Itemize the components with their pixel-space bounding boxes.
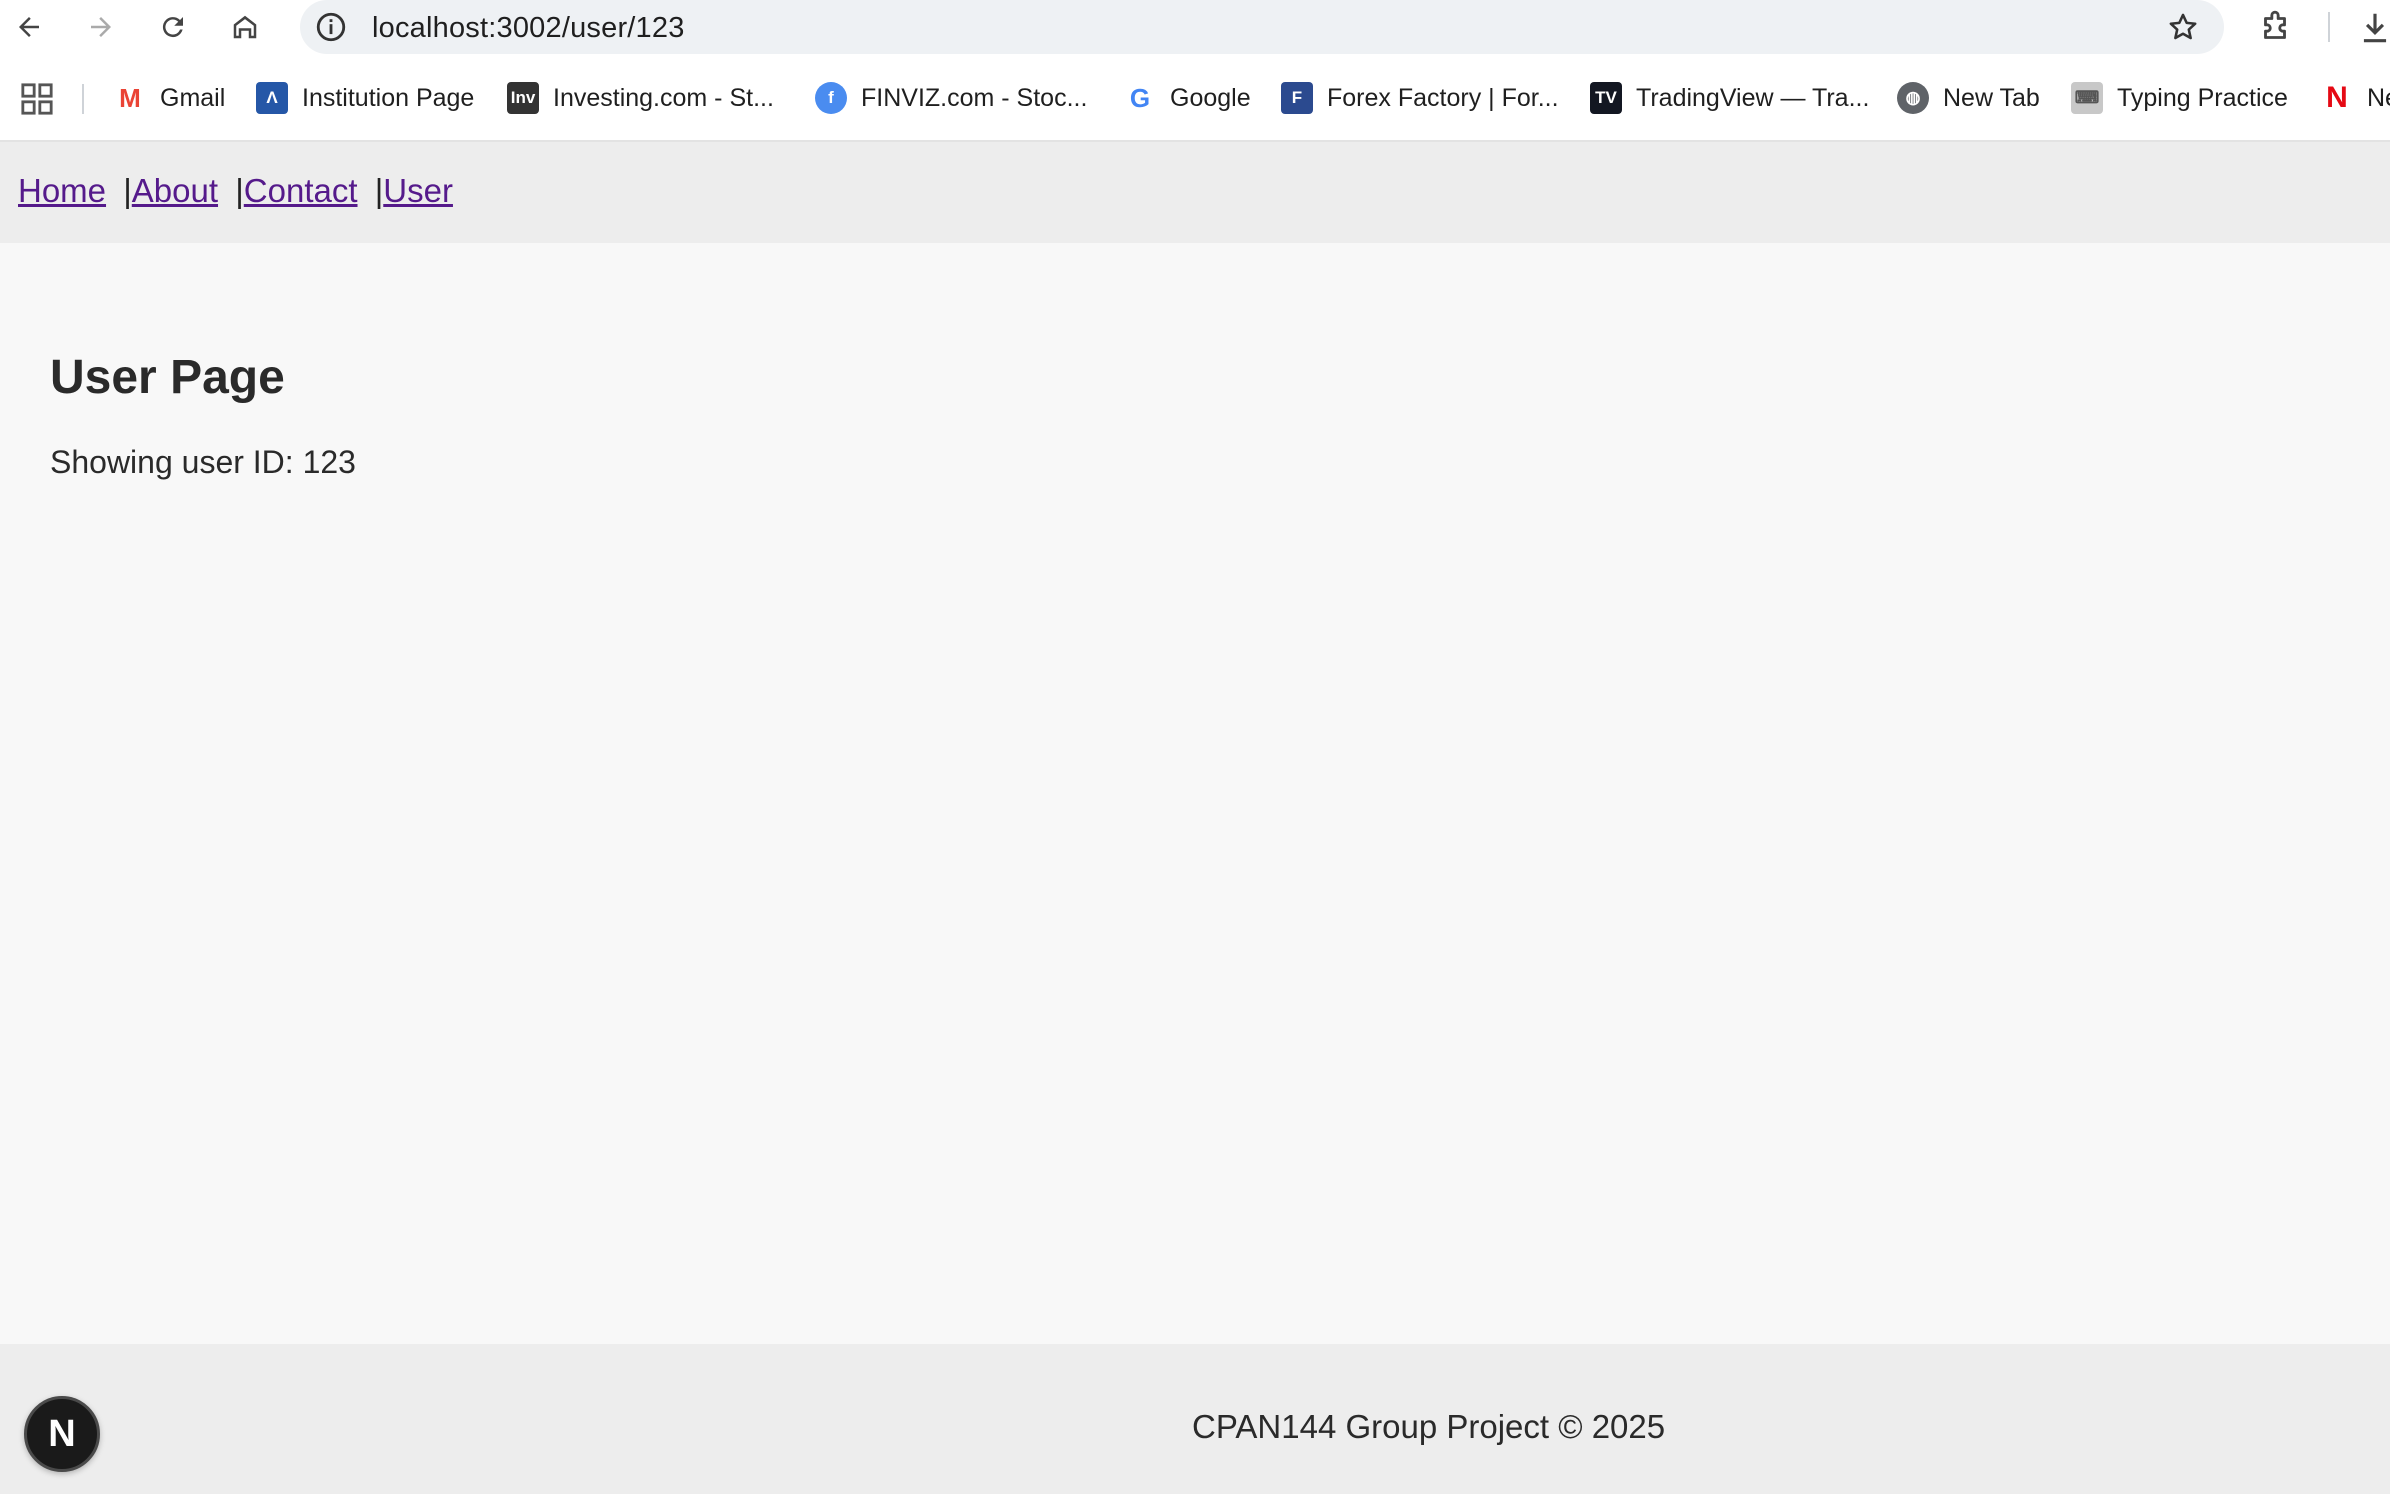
tradingview-icon: TV [1590,82,1622,114]
footer-text: CPAN144 Group Project © 2025 [1192,1408,1666,1445]
user-id-text: Showing user ID: 123 [50,444,356,480]
bookmark-gmail[interactable]: M Gmail [114,76,225,120]
bookmark-netflix[interactable]: N Ne [2321,76,2390,120]
back-button[interactable] [8,6,50,48]
bookmark-forex-factory[interactable]: F Forex Factory | For... [1281,76,1559,120]
address-bar[interactable]: localhost:3002/user/123 [300,0,2224,54]
bookmark-label: Forex Factory | For... [1327,83,1559,112]
bookmark-label: Ne [2367,83,2390,112]
bookmark-label: Investing.com - St... [553,83,774,112]
download-icon[interactable] [2356,9,2390,47]
reload-button[interactable] [152,6,194,48]
extensions-icon[interactable] [2256,9,2294,47]
bookmark-label: Google [1170,83,1251,112]
nav-separator: | [235,172,244,209]
bookmark-tradingview[interactable]: TV TradingView — Tra... [1590,76,1869,120]
arrow-right-icon [91,17,111,37]
bookmark-google[interactable]: G Google [1124,76,1251,120]
nav-link-home[interactable]: Home [18,172,106,209]
site-navigation: Home |About |Contact |User [0,142,2390,243]
home-icon [233,15,257,39]
url-text[interactable]: localhost:3002/user/123 [372,12,685,45]
arrow-left-icon [19,17,39,37]
bookmark-finviz[interactable]: f FINVIZ.com - Stoc... [815,76,1087,120]
bookmark-label: New Tab [1943,83,2040,112]
bookmark-institution-page[interactable]: Λ Institution Page [256,76,474,120]
bookmark-typing-practice[interactable]: ⌨ Typing Practice [2071,76,2288,120]
gmail-icon: M [119,82,141,113]
reload-icon [162,17,183,38]
info-icon[interactable] [314,10,348,44]
finviz-icon: f [815,82,847,114]
globe-icon: ◍ [1897,82,1929,114]
nav-separator: | [374,172,384,209]
browser-toolbar: localhost:3002/user/123 [0,0,2390,54]
bookmark-label: Typing Practice [2117,83,2288,112]
nextjs-dev-badge[interactable]: N [24,1396,100,1472]
bookmark-label: Gmail [160,83,226,112]
nav-link-user[interactable]: User [383,172,453,209]
bookmarks-bar: M Gmail Λ Institution Page Inv Investing… [0,54,2390,142]
bookmark-label: TradingView — Tra... [1636,83,1870,112]
bookmark-label: Institution Page [302,83,475,112]
apps-grid-icon[interactable] [20,82,54,116]
bookmark-investing[interactable]: Inv Investing.com - St... [507,76,774,120]
bookmark-star-icon[interactable] [2166,10,2200,44]
bookmarks-divider [82,84,84,114]
institution-icon: Λ [256,82,288,114]
nextjs-logo-icon: N [48,1412,76,1455]
home-button[interactable] [224,6,266,48]
typing-icon: ⌨ [2071,82,2103,114]
nav-separator: | [123,172,132,209]
bookmark-new-tab[interactable]: ◍ New Tab [1897,76,2040,120]
forexfactory-icon: F [1281,82,1313,114]
toolbar-divider [2328,12,2330,42]
forward-button[interactable] [80,6,122,48]
google-icon: G [1129,82,1151,113]
nav-link-contact[interactable]: Contact [244,172,358,209]
nav-link-about[interactable]: About [132,172,218,209]
page-title: User Page [50,351,285,404]
netflix-icon: N [2326,81,2348,114]
bookmark-label: FINVIZ.com - Stoc... [861,83,1088,112]
investing-icon: Inv [507,82,539,114]
footer: CPAN144 Group Project © 2025 [0,1344,2390,1494]
